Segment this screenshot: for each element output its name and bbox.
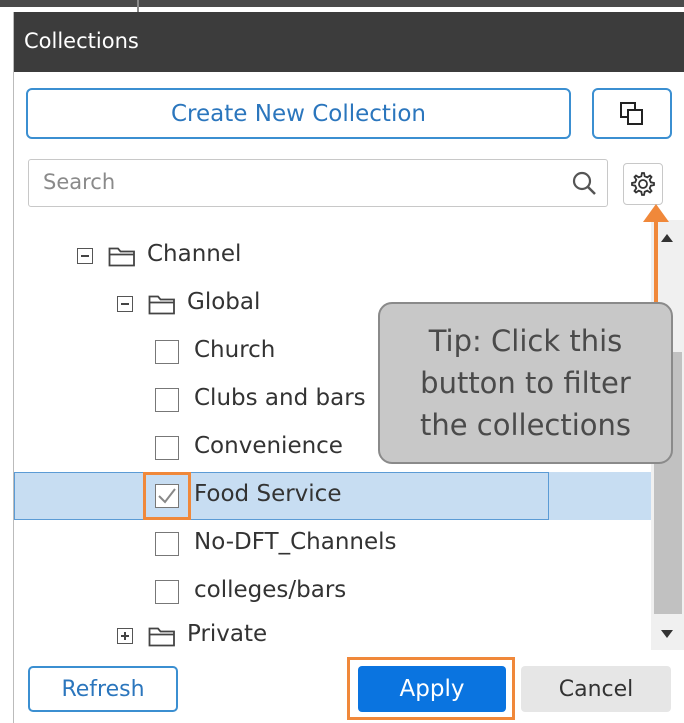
tree-item-food-service[interactable]: Food Service (14, 472, 651, 520)
collapse-icon[interactable] (117, 296, 133, 312)
copy-icon (620, 101, 643, 125)
checkbox[interactable] (155, 580, 179, 604)
folder-icon (148, 627, 175, 647)
tip-text: Tip: Click this button to filter the col… (419, 324, 632, 442)
tip-arrow-head (643, 204, 669, 222)
copy-button[interactable] (592, 88, 672, 139)
tree-item-label: Church (194, 337, 276, 363)
panel-title: Collections (24, 29, 139, 53)
tree-item-label: Convenience (194, 433, 343, 459)
checkbox[interactable] (155, 340, 179, 364)
tree-item-label: Clubs and bars (194, 385, 366, 411)
tree-item-label: No-DFT_Channels (194, 529, 397, 555)
tree-item-label: Global (187, 289, 261, 315)
tree-item-label: colleges/bars (194, 577, 347, 603)
checkmark-icon (158, 488, 176, 504)
tree-item-label: Private (187, 621, 268, 647)
cancel-button[interactable]: Cancel (521, 666, 671, 712)
tree-item-channel[interactable]: Channel (14, 232, 651, 280)
filter-settings-button[interactable] (623, 163, 663, 205)
collapse-icon[interactable] (77, 248, 93, 264)
tree-item-private[interactable]: Private (14, 612, 651, 650)
tip-callout: Tip: Click this button to filter the col… (378, 302, 673, 464)
scroll-down-icon[interactable] (661, 630, 673, 638)
magnifier-icon[interactable] (571, 170, 597, 196)
tree-item-label: Food Service (194, 481, 342, 507)
expand-icon[interactable] (117, 628, 133, 644)
checkbox[interactable] (155, 532, 179, 556)
tree-item-no-dft-channels[interactable]: No-DFT_Channels (14, 520, 651, 568)
folder-icon (108, 247, 135, 267)
apply-button[interactable]: Apply (358, 666, 506, 712)
refresh-button[interactable]: Refresh (28, 666, 178, 712)
top-divider (137, 0, 139, 12)
folder-icon (148, 295, 175, 315)
panel-footer: Refresh Apply Cancel (14, 652, 684, 723)
checkbox[interactable] (155, 436, 179, 460)
checkbox-checked[interactable] (155, 484, 179, 508)
top-strip (0, 0, 684, 12)
tree-item-label: Channel (147, 241, 242, 267)
scroll-up-icon[interactable] (661, 234, 673, 242)
tree-item-colleges-bars[interactable]: colleges/bars (14, 568, 651, 616)
gear-icon (631, 172, 655, 196)
checkbox[interactable] (155, 388, 179, 412)
top-bar (0, 0, 684, 7)
create-new-collection-button[interactable]: Create New Collection (26, 88, 571, 139)
search-placeholder: Search (43, 170, 116, 194)
tip-arrow (654, 218, 658, 302)
search-input[interactable]: Search (28, 159, 608, 207)
panel-header: Collections (14, 12, 684, 72)
collections-panel: Collections Create New Collection Search (13, 12, 684, 723)
